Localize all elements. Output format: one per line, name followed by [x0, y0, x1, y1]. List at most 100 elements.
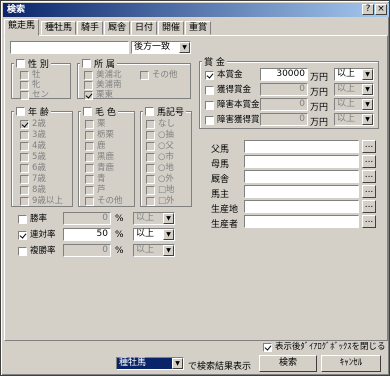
tab-sire[interactable]: 種牡馬 — [41, 21, 77, 35]
stable-input[interactable] — [244, 170, 359, 183]
show-rate-checkbox[interactable] — [18, 246, 27, 256]
mark-checkbox[interactable] — [146, 163, 155, 173]
jump-prize-input[interactable]: 0 — [260, 98, 308, 111]
tab-meeting[interactable]: 開催 — [158, 21, 185, 35]
age-all-checkbox[interactable] — [16, 107, 25, 116]
mark-checkbox[interactable] — [146, 174, 155, 184]
tab-date[interactable]: 日付 — [131, 21, 158, 35]
chevron-down-icon[interactable]: ▼ — [362, 69, 373, 80]
help-button[interactable]: ? — [362, 4, 374, 15]
age-checkbox[interactable] — [20, 152, 29, 162]
sex-checkbox[interactable] — [20, 70, 29, 80]
age-checkbox[interactable] — [20, 141, 29, 151]
owner-browse-button[interactable]: ... — [362, 185, 376, 198]
tab-stable[interactable]: 厩舎 — [104, 21, 131, 35]
stable-browse-button[interactable]: ... — [362, 170, 376, 183]
win-rate-input[interactable]: 0 — [63, 212, 111, 225]
tab-horse[interactable]: 競走馬 — [4, 19, 40, 36]
coat-checkbox[interactable] — [85, 130, 94, 140]
chevron-down-icon[interactable]: ▼ — [163, 213, 174, 224]
mark-checkbox[interactable] — [146, 196, 155, 206]
place-rate-input[interactable]: 50 — [63, 228, 111, 241]
age-checkbox[interactable] — [20, 185, 29, 195]
sire-browse-button[interactable]: ... — [362, 140, 376, 153]
region-all-checkbox[interactable] — [82, 59, 91, 68]
breeder-browse-button[interactable]: ... — [362, 215, 376, 228]
region-checkbox[interactable] — [84, 70, 93, 80]
place-rate-checkbox[interactable] — [18, 230, 27, 240]
show-rate-input[interactable]: 0 — [63, 244, 111, 257]
show-rate-cmp-select[interactable]: 以上 ▼ — [133, 244, 175, 257]
match-mode-select[interactable]: 後方一致 ▼ — [131, 41, 191, 54]
sex-checkbox[interactable] — [20, 90, 29, 100]
sex-checkbox[interactable] — [20, 80, 29, 90]
mark-checkbox[interactable] — [146, 185, 155, 195]
chevron-down-icon[interactable]: ▼ — [362, 84, 373, 95]
mark-checkbox[interactable] — [146, 152, 155, 162]
breeding-region-input[interactable] — [244, 200, 359, 213]
earned-prize-checkbox[interactable] — [205, 85, 214, 95]
chevron-down-icon[interactable]: ▼ — [362, 99, 373, 110]
jump-earned-prize-cmp-select[interactable]: 以上 ▼ — [334, 113, 374, 126]
coat-checkbox[interactable] — [85, 141, 94, 151]
earned-prize-label: 獲得賞金 — [217, 85, 252, 95]
mark-checkbox[interactable] — [146, 130, 155, 140]
mark-all-checkbox[interactable] — [145, 107, 154, 116]
win-rate-unit: % — [115, 214, 124, 224]
coat-checkbox[interactable] — [85, 196, 94, 206]
region-checkbox[interactable] — [84, 80, 93, 90]
age-checkbox[interactable] — [20, 130, 29, 140]
sex-all-checkbox[interactable] — [16, 59, 25, 68]
win-rate-cmp-select[interactable]: 以上 ▼ — [133, 212, 175, 225]
prize-checkbox[interactable] — [205, 70, 214, 80]
age-checkbox[interactable] — [20, 163, 29, 173]
jump-prize-checkbox[interactable] — [205, 100, 214, 110]
dam-input[interactable] — [244, 155, 359, 168]
coat-all-checkbox[interactable] — [83, 107, 92, 116]
win-rate-checkbox[interactable] — [18, 214, 27, 224]
result-target-select[interactable]: 種牡馬 ▼ — [116, 357, 184, 370]
mark-option-label: ○市 — [158, 152, 174, 162]
dam-browse-button[interactable]: ... — [362, 155, 376, 168]
search-button[interactable]: 検索 — [259, 355, 317, 372]
breeder-input[interactable] — [244, 215, 359, 228]
win-rate-cmp-value: 以上 — [136, 213, 155, 223]
chevron-down-icon[interactable]: ▼ — [179, 42, 190, 53]
age-checkbox[interactable] — [20, 196, 29, 206]
mark-checkbox[interactable] — [146, 141, 155, 151]
close-after-display-checkbox[interactable] — [263, 342, 272, 352]
chevron-down-icon[interactable]: ▼ — [163, 229, 174, 240]
age-checkbox[interactable] — [20, 174, 29, 184]
coat-checkbox[interactable] — [85, 174, 94, 184]
chevron-down-icon[interactable]: ▼ — [163, 245, 174, 256]
coat-checkbox[interactable] — [85, 152, 94, 162]
earned-prize-input[interactable]: 0 — [260, 83, 308, 96]
region-checkbox[interactable] — [84, 90, 93, 100]
owner-input[interactable] — [244, 185, 359, 198]
chevron-down-icon[interactable]: ▼ — [362, 114, 373, 125]
prize-cmp-select[interactable]: 以上 ▼ — [334, 68, 374, 81]
age-checkbox[interactable] — [20, 119, 29, 129]
prize-value-input[interactable]: 30000 — [260, 68, 308, 81]
tab-graded[interactable]: 重賞 — [185, 21, 212, 35]
breeding-region-browse-button[interactable]: ... — [362, 200, 376, 213]
place-rate-cmp-select[interactable]: 以上 ▼ — [133, 228, 175, 241]
tab-jockey[interactable]: 騎手 — [77, 21, 104, 35]
jump-earned-prize-input[interactable]: 0 — [260, 113, 308, 126]
place-rate-cmp-value: 以上 — [136, 229, 155, 239]
coat-checkbox[interactable] — [85, 185, 94, 195]
region-checkbox[interactable] — [140, 70, 149, 80]
chevron-down-icon[interactable]: ▼ — [172, 358, 183, 369]
coat-checkbox[interactable] — [85, 119, 94, 129]
cancel-button[interactable]: ｷｬﾝｾﾙ — [321, 355, 381, 372]
region-option-label: 美浦南 — [96, 80, 122, 90]
earned-prize-cmp-select[interactable]: 以上 ▼ — [334, 83, 374, 96]
sire-input[interactable] — [244, 140, 359, 153]
coat-group-label: 毛 色 — [95, 108, 116, 118]
jump-prize-cmp-select[interactable]: 以上 ▼ — [334, 98, 374, 111]
mark-checkbox[interactable] — [146, 119, 155, 129]
horse-name-input[interactable] — [10, 41, 129, 54]
jump-earned-prize-checkbox[interactable] — [205, 115, 214, 125]
coat-checkbox[interactable] — [85, 163, 94, 173]
close-button[interactable]: × — [375, 4, 387, 15]
